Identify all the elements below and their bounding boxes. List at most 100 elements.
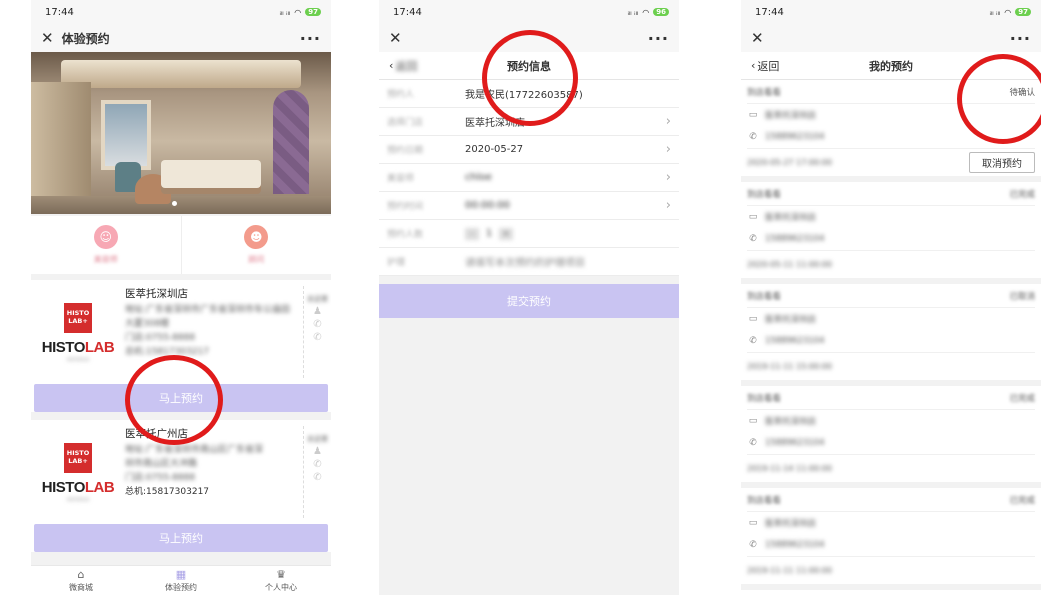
back-button[interactable]: ‹ 返回 <box>389 58 417 74</box>
person-icon[interactable]: ♟ <box>313 306 322 317</box>
sub-header: ‹ 返回 我的预约 <box>741 52 1041 80</box>
store-actions: 去这里 ♟ ✆ ✆ <box>303 286 331 378</box>
icon-row: ☺ 美容师 ☻ 顾问 <box>31 216 331 274</box>
phone-icon: ✆ <box>749 132 757 142</box>
store-name: 医萃托深圳店 <box>125 288 188 300</box>
wifi-icon: ◠ <box>294 7 302 17</box>
row-beautician[interactable]: 美容师 chloe › <box>379 164 679 192</box>
store-phone: 门店:0755-8888 <box>125 333 196 344</box>
tab-bar: ⌂ 微商城 ▦ 体验预约 ♛ 个人中心 <box>31 565 331 595</box>
person-icon[interactable]: ♟ <box>313 446 322 457</box>
beautician-entry[interactable]: ☺ 美容师 <box>31 216 181 274</box>
phone-icon: ✆ <box>749 438 757 448</box>
store-icon: ▭ <box>748 110 758 120</box>
store-address-line2: 圳市南山区大冲路 <box>125 459 198 470</box>
back-button[interactable]: ‹ 返回 <box>751 58 779 74</box>
store-address: 地址:广东省深圳市南山区广东省深 <box>125 445 264 456</box>
more-icon[interactable]: ··· <box>1010 29 1031 48</box>
status-badge: 已完成 <box>1009 189 1035 200</box>
store-logo: HISTO LAB+ HISTOLAB HISTOPLUS <box>31 286 125 378</box>
beautician-select[interactable]: chloe <box>465 172 666 183</box>
more-icon[interactable]: ··· <box>300 29 321 48</box>
cancel-booking-button[interactable]: 取消预约 <box>969 152 1035 173</box>
booking-item[interactable]: 到店看看 已完成 ▭ 医萃托深圳店 ✆ 15889623104 2019-11-14 … <box>741 386 1041 488</box>
tab-booking[interactable]: ▦ 体验预约 <box>131 566 231 595</box>
chevron-right-icon: › <box>665 142 671 157</box>
more-icon[interactable]: ··· <box>648 29 669 48</box>
signal-icon: ᵢₗₗ ᵢₗₗ <box>279 7 291 17</box>
chevron-right-icon: › <box>665 114 671 129</box>
tab-mall[interactable]: ⌂ 微商城 <box>31 566 131 595</box>
quantity-stepper[interactable]: - 1 + <box>465 227 513 240</box>
phone-my-bookings: 17:44 ᵢₗₗ ᵢₗₗ ◠ 97 ✕ ··· ‹ 返回 我的预约 到店看看 待确… <box>741 0 1041 595</box>
store-select[interactable]: 医萃托深圳店 <box>465 114 666 129</box>
booking-item[interactable]: 到店看看 待确认 ▭ 医萃托深圳店 ✆ 15889623104 2020-05-27 … <box>741 80 1041 182</box>
close-icon[interactable]: ✕ <box>41 29 54 47</box>
chevron-right-icon: › <box>665 170 671 185</box>
book-now-button[interactable]: 马上预约 <box>34 384 328 412</box>
phone-icon[interactable]: ✆ <box>313 459 321 470</box>
status-bar: 17:44 ᵢₗₗ ᵢₗₗ ◠ 97 <box>31 0 331 24</box>
store-card: HISTO LAB+ HISTOLAB HISTOPLUS 医萃托广州店 地址:广… <box>31 420 331 552</box>
house-icon: ⌂ <box>77 568 85 581</box>
row-time[interactable]: 预约时间 00:00:00 › <box>379 192 679 220</box>
store-actions: 去这里 ♟ ✆ ✆ <box>303 426 331 518</box>
row-date[interactable]: 预约日期 2020-05-27 › <box>379 136 679 164</box>
minus-button[interactable]: - <box>465 227 479 240</box>
booking-item[interactable]: 到店看看 已完成 ▭ 医萃托深圳店 ✆ 15889623104 2020-05-11 … <box>741 182 1041 284</box>
close-icon[interactable]: ✕ <box>389 29 402 47</box>
book-now-button[interactable]: 马上预约 <box>34 524 328 552</box>
plus-button[interactable]: + <box>499 227 513 240</box>
date-select[interactable]: 2020-05-27 <box>465 144 666 155</box>
store-icon: ▭ <box>748 416 758 426</box>
status-time: 17:44 <box>45 6 74 18</box>
phone-icon: ✆ <box>749 540 757 550</box>
sub-header: ‹ 返回 预约信息 <box>379 52 679 80</box>
store-hotline: 总机:15817303217 <box>125 347 210 358</box>
store-address: 地址:广东省深圳市广东省深圳市车公庙田大厦308楼 <box>125 305 291 330</box>
close-icon[interactable]: ✕ <box>751 29 764 47</box>
booking-item[interactable]: 到店看看 已取消 ▭ 医萃托深圳店 ✆ 15889623104 2019-11-11 … <box>741 284 1041 386</box>
store-name: 医萃托广州店 <box>125 428 188 440</box>
phone-icon-2[interactable]: ✆ <box>313 332 321 343</box>
phone-booking-form: 17:44 ᵢₗₗ ᵢₗₗ ◠ 96 ✕ ··· ‹ 返回 预约信息 预约人 我是… <box>379 0 679 595</box>
status-bar: 17:44 ᵢₗₗ ᵢₗₗ ◠ 97 <box>741 0 1041 24</box>
carousel-dot[interactable] <box>172 201 177 206</box>
nav-bar: ✕ 体验预约 ··· <box>31 24 331 52</box>
chevron-left-icon: ‹ <box>751 59 756 72</box>
store-icon: ▭ <box>748 518 758 528</box>
signal-icon: ᵢₗₗ ᵢₗₗ <box>989 7 1001 17</box>
phone-experience-booking: 17:44 ᵢₗₗ ᵢₗₗ ◠ 97 ✕ 体验预约 ··· ☺ 美容师 ☻ 顾问 <box>31 0 331 595</box>
booking-item[interactable]: 到店看看 已完成 ▭ 医萃托深圳店 ✆ 15889623104 2019-11-11 … <box>741 488 1041 590</box>
status-badge: 已完成 <box>1009 495 1035 506</box>
care-input[interactable]: 请填写本次预约的护理项目 <box>465 254 671 269</box>
store-icon: ▭ <box>748 314 758 324</box>
submit-button[interactable]: 提交预约 <box>379 284 679 318</box>
banner-image[interactable] <box>31 52 331 214</box>
store-card: HISTO LAB+ HISTOLAB HISTOPLUS 医萃托深圳店 地址:广… <box>31 280 331 412</box>
wifi-icon: ◠ <box>1004 7 1012 17</box>
status-badge: 已取消 <box>1009 291 1035 302</box>
consultant-icon: ☻ <box>244 225 269 249</box>
tab-profile[interactable]: ♛ 个人中心 <box>231 566 331 595</box>
phone-icon[interactable]: ✆ <box>313 319 321 330</box>
booking-form: 预约人 我是农民(17722603587) 选择门店 医萃托深圳店 › 预约日期… <box>379 80 679 276</box>
chevron-left-icon: ‹ <box>389 59 394 72</box>
booker-value: 我是农民(17722603587) <box>465 90 583 101</box>
wifi-icon: ◠ <box>642 7 650 17</box>
row-booker: 预约人 我是农民(17722603587) <box>379 80 679 108</box>
row-people: 预约人数 - 1 + <box>379 220 679 248</box>
signal-icon: ᵢₗₗ ᵢₗₗ <box>627 7 639 17</box>
phone-icon-2[interactable]: ✆ <box>313 472 321 483</box>
status-badge: 待确认 <box>1009 87 1035 98</box>
phone-icon: ✆ <box>749 336 757 346</box>
time-select[interactable]: 00:00:00 <box>465 200 666 211</box>
store-phone: 门店:0755-8888 <box>125 473 196 484</box>
store-hotline: 总机:15817303217 <box>125 487 210 498</box>
battery-icon: 96 <box>653 8 669 16</box>
row-store[interactable]: 选择门店 医萃托深圳店 › <box>379 108 679 136</box>
chevron-right-icon: › <box>665 198 671 213</box>
nav-bar: ✕ ··· <box>379 24 679 52</box>
phone-icon: ✆ <box>749 234 757 244</box>
consultant-entry[interactable]: ☻ 顾问 <box>180 216 332 274</box>
